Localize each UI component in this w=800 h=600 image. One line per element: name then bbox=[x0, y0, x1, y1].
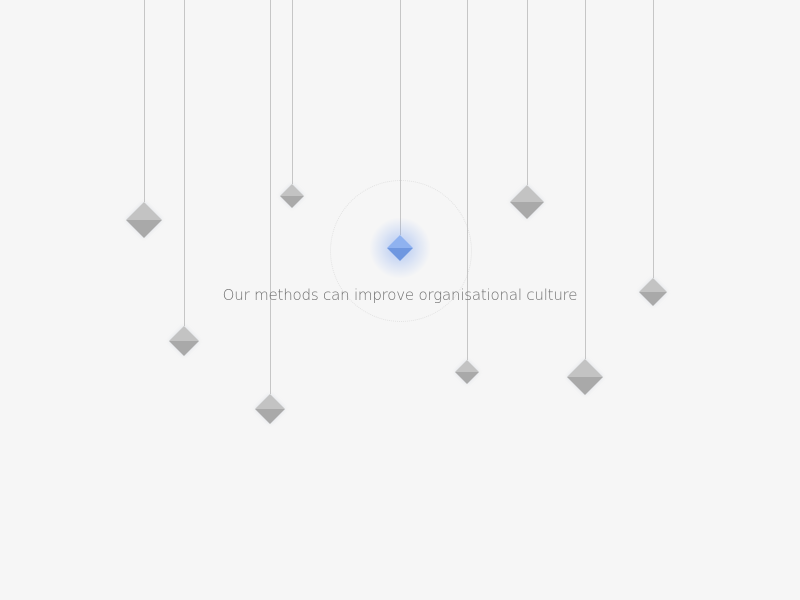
diamond-icon[interactable] bbox=[169, 326, 199, 356]
pendant-string bbox=[527, 0, 528, 185]
pendant-string bbox=[467, 0, 468, 360]
diamond-icon[interactable] bbox=[510, 185, 544, 219]
pendant-string bbox=[184, 0, 185, 326]
diamond-icon[interactable] bbox=[455, 360, 479, 384]
diamond-icon[interactable] bbox=[280, 184, 304, 208]
pendant-string bbox=[292, 0, 293, 184]
hero-caption: Our methods can improve organisational c… bbox=[222, 286, 578, 304]
pendant-string bbox=[653, 0, 654, 278]
pendant-string bbox=[270, 0, 271, 394]
pendant-string bbox=[585, 0, 586, 359]
hero-stage: Our methods can improve organisational c… bbox=[0, 0, 800, 600]
diamond-icon[interactable] bbox=[387, 235, 413, 261]
pendant-string bbox=[400, 0, 401, 235]
diamond-icon[interactable] bbox=[255, 394, 285, 424]
pendant-string bbox=[144, 0, 145, 202]
diamond-icon[interactable] bbox=[567, 359, 603, 395]
diamond-icon[interactable] bbox=[126, 202, 162, 238]
